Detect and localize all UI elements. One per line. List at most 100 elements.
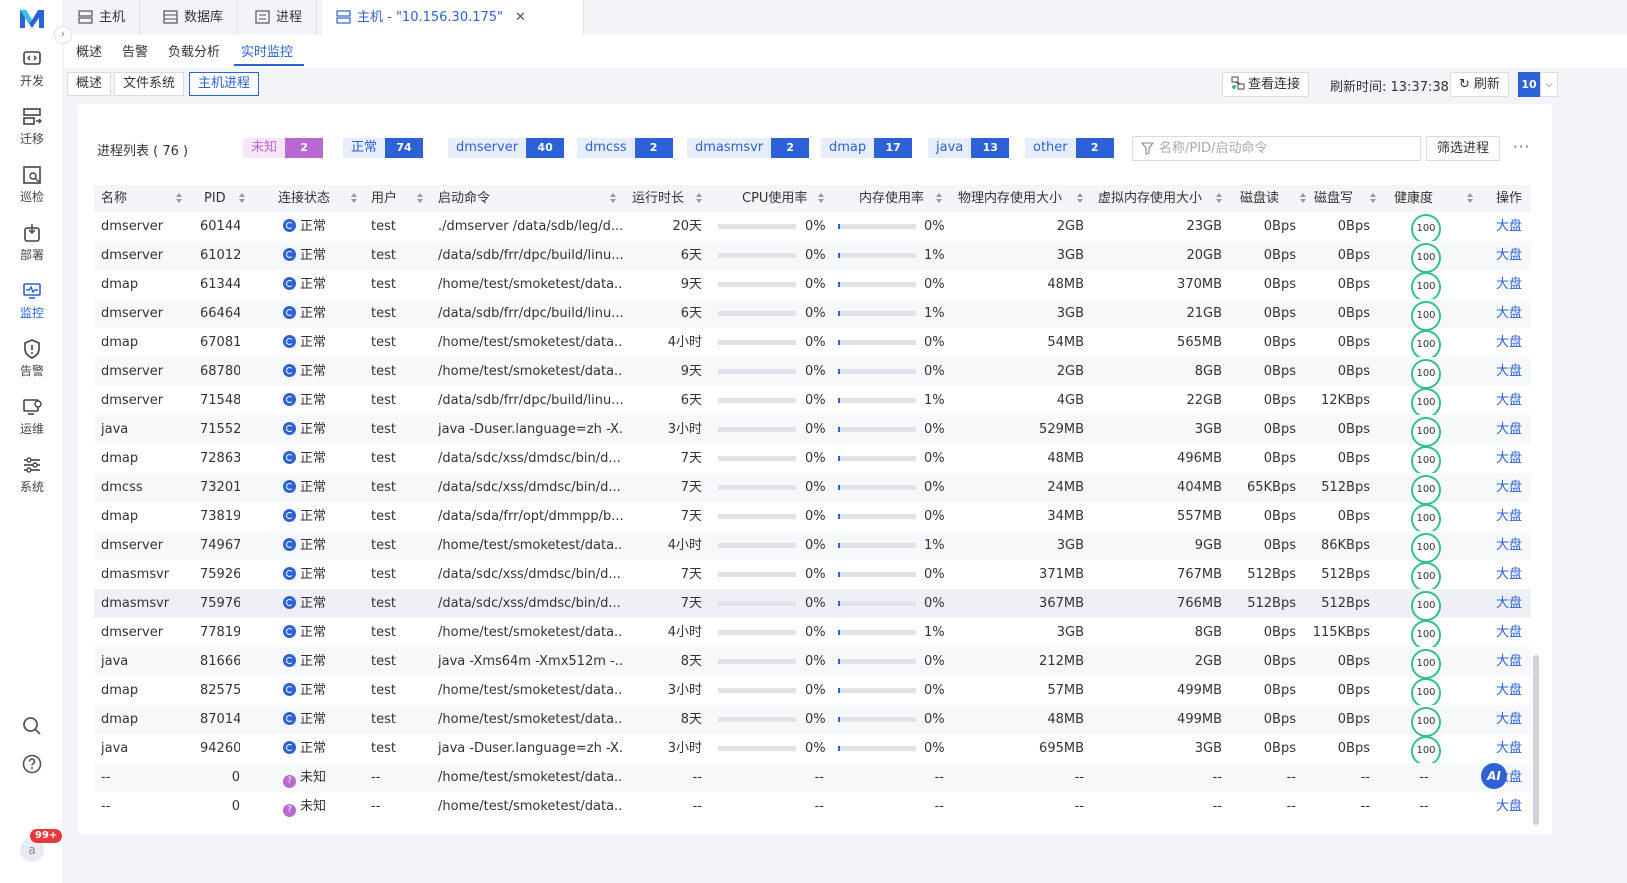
sort-icon[interactable]	[936, 192, 942, 204]
table-row[interactable]: dmserver 66464 正常 test/data/sdb/frr/dpc/bui…	[94, 299, 1532, 331]
table-row[interactable]: -- 0? 未知 -- /home/test/smoketest/data... -- --…	[94, 792, 1531, 821]
subnav-realtime-monitor[interactable]: 实时监控	[241, 41, 293, 60]
column-header[interactable]: 启动命令	[438, 185, 490, 212]
chevron-down-icon[interactable]: ⌵	[1540, 72, 1558, 97]
column-header[interactable]: 物理内存使用大小	[958, 185, 1062, 212]
sidebar-item-dev[interactable]: 开发	[0, 44, 64, 100]
table-row[interactable]: dmap 72863 正常 test/data/sdc/xss/dmdsc/bin/d…	[94, 444, 1531, 476]
dashboard-link[interactable]: 大盘	[1496, 386, 1532, 415]
close-icon[interactable]: ✕	[515, 10, 526, 25]
sidebar-item-deploy[interactable]: 部署	[0, 218, 64, 274]
column-header[interactable]: 用户	[371, 185, 397, 212]
dashboard-link[interactable]: 大盘	[1496, 473, 1532, 502]
column-header[interactable]: 健康度	[1394, 185, 1433, 212]
dashboard-link[interactable]: 大盘	[1496, 792, 1532, 821]
tab-host[interactable]: 主机	[64, 0, 141, 35]
sort-icon[interactable]	[1300, 192, 1306, 204]
dashboard-link[interactable]: 大盘	[1496, 531, 1532, 560]
dashboard-link[interactable]: 大盘	[1496, 270, 1532, 299]
process-filter-input[interactable]: 名称/PID/启动命令	[1132, 136, 1421, 161]
subnav-overview[interactable]: 概述	[76, 41, 102, 60]
tab-process[interactable]: 进程	[241, 0, 318, 35]
sort-icon[interactable]	[1216, 192, 1222, 204]
refresh-interval[interactable]: 10	[1518, 72, 1540, 97]
table-row[interactable]: dmap 82575 正常 test/home/test/smoketest/data…	[94, 676, 1532, 708]
sort-icon[interactable]	[417, 192, 423, 204]
segment-overview[interactable]: 概述	[67, 72, 112, 96]
tab-database[interactable]: 数据库	[149, 0, 239, 35]
dashboard-link[interactable]: 大盘	[1496, 357, 1532, 386]
sidebar-item-ops[interactable]: 运维	[0, 392, 64, 448]
sort-icon[interactable]	[176, 192, 182, 204]
dashboard-link[interactable]: 大盘	[1496, 241, 1532, 270]
table-row[interactable]: dmserver 71548 正常 test/data/sdb/frr/dpc/bui…	[94, 386, 1532, 418]
sidebar-item-inspect[interactable]: 巡检	[0, 160, 64, 216]
table-row[interactable]: dmap 67081 正常 test/home/test/smoketest/data…	[94, 328, 1532, 360]
sort-icon[interactable]	[1467, 192, 1473, 204]
table-row[interactable]: java 71552 正常 test java -Duser.language=zh -…	[94, 415, 1532, 447]
table-row[interactable]: dmcss 73201 正常 test/data/sdc/xss/dmdsc/bin/…	[94, 473, 1532, 505]
sidebar-item-system[interactable]: 系统	[0, 450, 64, 506]
table-row[interactable]: -- 0? 未知 -- /home/test/smoketest/data... -- --…	[94, 763, 1531, 792]
sidebar-item-alert[interactable]: 告警	[0, 334, 64, 390]
sort-icon[interactable]	[239, 192, 245, 204]
subnav-load-analysis[interactable]: 负载分析	[168, 41, 220, 60]
subnav-alerts[interactable]: 告警	[122, 41, 148, 60]
filter-chip[interactable]: other 2	[1025, 138, 1114, 158]
column-header[interactable]: 虚拟内存使用大小	[1098, 185, 1202, 212]
dashboard-link[interactable]: 大盘	[1496, 328, 1532, 357]
more-icon[interactable]: ···	[1513, 138, 1530, 156]
table-row[interactable]: dmasmsvr 75926 正常 test/data/sdc/xss/dmdsc/b…	[94, 560, 1532, 592]
dashboard-link[interactable]: 大盘	[1496, 299, 1532, 328]
tab-host-detail[interactable]: 主机 - "10.156.30.175" ✕	[322, 0, 584, 35]
sidebar-item-monitor[interactable]: 监控	[0, 276, 64, 332]
refresh-button[interactable]: ↻ 刷新	[1450, 72, 1509, 97]
help-icon[interactable]	[20, 752, 44, 776]
table-row[interactable]: dmap 87014 正常 test/home/test/smoketest/data…	[94, 705, 1532, 737]
dashboard-link[interactable]: 大盘	[1496, 676, 1532, 705]
filter-chip[interactable]: 正常 74	[343, 138, 424, 158]
dashboard-link[interactable]: 大盘	[1496, 705, 1532, 734]
table-row[interactable]: dmap 61344 正常 test/home/test/smoketest/data…	[94, 270, 1532, 302]
table-row[interactable]: dmserver 77819 正常 test/home/test/smoketest/…	[94, 618, 1532, 650]
segment-filesystem[interactable]: 文件系统	[114, 72, 185, 96]
view-connections-button[interactable]: 查看连接	[1222, 72, 1310, 97]
sort-icon[interactable]	[1077, 192, 1083, 204]
dashboard-link[interactable]: 大盘	[1496, 415, 1532, 444]
dashboard-link[interactable]: 大盘	[1496, 618, 1532, 647]
sort-icon[interactable]	[351, 192, 357, 204]
filter-chip[interactable]: dmserver 40	[448, 138, 565, 158]
dashboard-link[interactable]: 大盘	[1496, 734, 1532, 763]
scrollbar[interactable]	[1533, 655, 1539, 825]
dashboard-link[interactable]: 大盘	[1496, 589, 1532, 618]
dashboard-link[interactable]: 大盘	[1496, 212, 1532, 241]
sidebar-item-migrate[interactable]: 迁移	[0, 102, 64, 158]
filter-chip[interactable]: dmasmsvr 2	[687, 138, 810, 158]
table-row[interactable]: dmserver 61012 正常 test/data/sdb/frr/dpc/bui…	[94, 241, 1532, 273]
filter-chip[interactable]: 未知 2	[243, 138, 324, 158]
table-row[interactable]: java 94260 正常 test java -Duser.language=zh -…	[94, 734, 1532, 766]
table-row[interactable]: java 81666 正常 test java -Xms64m -Xmx512m -..…	[94, 647, 1532, 679]
search-icon[interactable]	[20, 714, 44, 738]
column-header[interactable]: 磁盘写	[1314, 185, 1353, 212]
table-row[interactable]: dmasmsvr 75976 正常 test/data/sdc/xss/dmdsc/b…	[94, 589, 1532, 621]
dashboard-link[interactable]: 大盘	[1496, 560, 1532, 589]
dashboard-link[interactable]: 大盘	[1496, 502, 1532, 531]
filter-processes-button[interactable]: 筛选进程	[1426, 136, 1501, 161]
ai-assistant-button[interactable]: AI	[1481, 763, 1507, 789]
column-header[interactable]: CPU使用率	[742, 185, 807, 212]
filter-chip[interactable]: dmap 17	[821, 138, 913, 158]
table-row[interactable]: dmserver 74967 正常 test/home/test/smoketest/…	[94, 531, 1532, 563]
dashboard-link[interactable]: 大盘	[1496, 647, 1532, 676]
collapse-sidebar-button[interactable]: ›	[54, 26, 72, 44]
sort-icon[interactable]	[610, 192, 616, 204]
sort-icon[interactable]	[696, 192, 702, 204]
column-header[interactable]: 内存使用率	[859, 185, 924, 212]
column-header[interactable]: 运行时长	[632, 185, 684, 212]
column-header[interactable]: 连接状态	[278, 185, 330, 212]
column-header[interactable]: 名称	[101, 185, 127, 212]
table-row[interactable]: dmap 73819 正常 test/data/sda/frr/opt/dmmpp/b…	[94, 502, 1532, 534]
app-logo[interactable]	[18, 6, 46, 32]
sort-icon[interactable]	[818, 192, 824, 204]
filter-chip[interactable]: java 13	[928, 138, 1010, 158]
